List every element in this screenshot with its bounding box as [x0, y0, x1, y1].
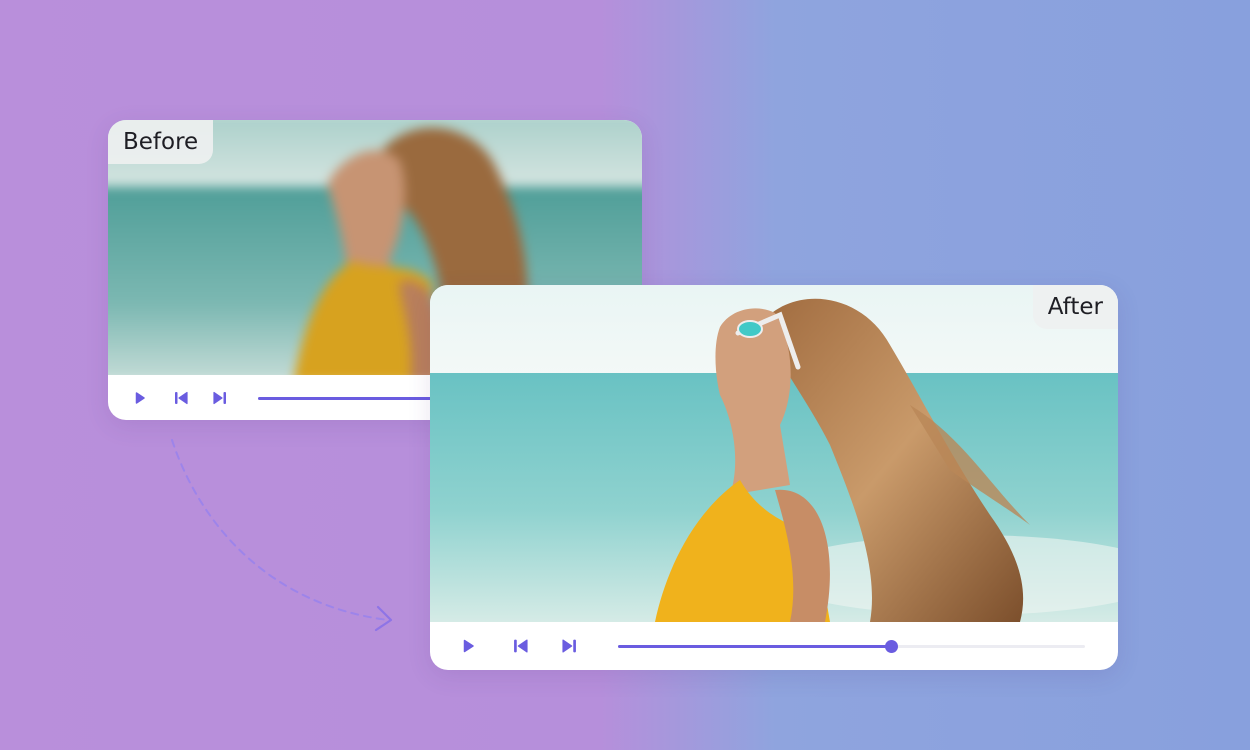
after-video-player: After [430, 285, 1118, 670]
skip-forward-icon[interactable] [562, 639, 577, 654]
after-progress-fill [618, 645, 892, 648]
after-progress-track[interactable] [618, 640, 1085, 653]
skip-forward-icon[interactable] [213, 391, 227, 405]
play-icon[interactable] [135, 391, 145, 404]
before-label: Before [108, 120, 214, 164]
play-icon[interactable] [463, 639, 474, 653]
skip-back-icon[interactable] [513, 639, 528, 654]
after-progress-handle[interactable] [885, 640, 899, 653]
after-video-image [430, 285, 1118, 622]
after-video-frame [430, 285, 1118, 622]
after-controls [430, 622, 1118, 670]
after-label: After [1032, 285, 1118, 329]
dashed-curved-arrow-icon [171, 439, 393, 632]
skip-back-icon[interactable] [174, 391, 188, 405]
